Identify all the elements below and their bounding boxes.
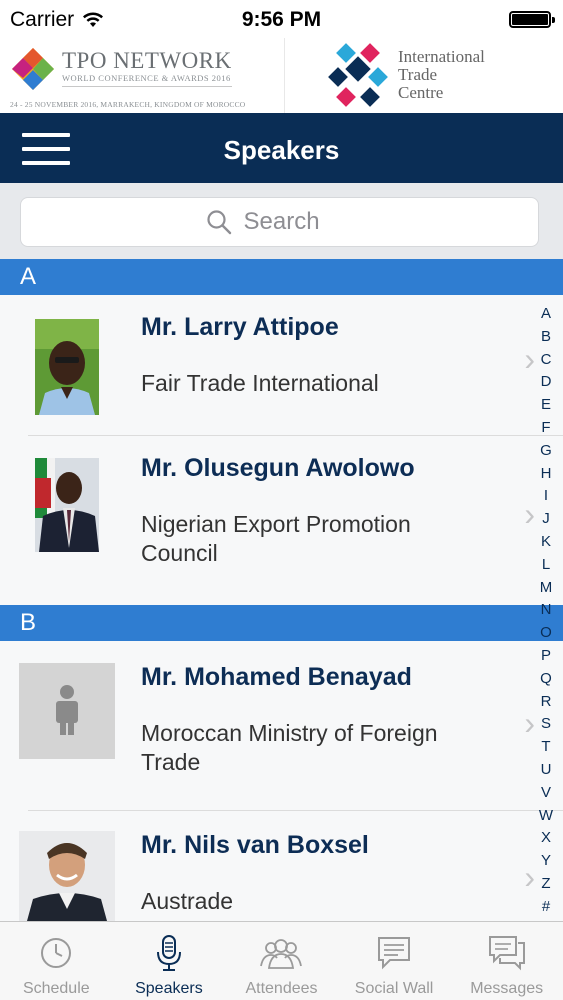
search-icon <box>206 210 231 235</box>
index-letter[interactable]: X <box>535 827 557 850</box>
index-letter[interactable]: A <box>535 303 557 326</box>
section-header-b: B <box>0 605 563 641</box>
index-letter[interactable]: G <box>535 440 557 463</box>
speaker-organization: Nigerian Export Promotion Council <box>141 511 411 566</box>
speaker-organization: Austrade <box>141 888 234 914</box>
itc-line-2: Trade <box>398 65 438 84</box>
speaker-name: Mr. Olusegun Awolowo <box>141 454 415 482</box>
index-letter[interactable]: M <box>535 577 557 600</box>
index-letter[interactable]: F <box>535 417 557 440</box>
tpo-divider <box>62 86 232 87</box>
tab-label: Speakers <box>135 980 203 997</box>
itc-wordmark: International Trade Centre <box>398 48 485 102</box>
speaker-photo-placeholder <box>19 663 115 759</box>
index-letter[interactable]: C <box>535 349 557 372</box>
speaker-list[interactable]: A Mr. Larry Attipoe Fair Trade Internati… <box>0 259 563 921</box>
people-icon <box>260 939 303 969</box>
index-letter[interactable]: K <box>535 531 557 554</box>
chat-board-icon <box>378 937 411 970</box>
speaker-row[interactable]: Mr. Olusegun Awolowo Nigerian Export Pro… <box>28 436 563 605</box>
page-title: Speakers <box>223 135 340 165</box>
index-letter[interactable]: S <box>535 713 557 736</box>
index-letter[interactable]: D <box>535 371 557 394</box>
messages-icon <box>488 936 525 971</box>
event-banner: TPO NETWORK WORLD CONFERENCE & AWARDS 20… <box>0 38 563 113</box>
tpo-network-logo: TPO NETWORK WORLD CONFERENCE & AWARDS 20… <box>0 38 285 113</box>
tab-label: Messages <box>470 980 544 997</box>
index-letter[interactable]: H <box>535 463 557 486</box>
tab-bar: Schedule Speakers Attendees Social Wall … <box>0 921 563 1000</box>
index-letter[interactable]: E <box>535 394 557 417</box>
index-letter[interactable]: B <box>535 326 557 349</box>
tab-schedule[interactable]: Schedule <box>0 922 113 1000</box>
status-bar: Carrier 9:56 PM <box>0 0 563 38</box>
search-area <box>0 183 563 259</box>
microphone-icon <box>156 935 181 971</box>
search-input[interactable] <box>243 208 354 236</box>
tab-attendees[interactable]: Attendees <box>225 922 338 1000</box>
tpo-subtitle: WORLD CONFERENCE & AWARDS 2016 <box>62 73 231 83</box>
index-letter[interactable]: P <box>535 645 557 668</box>
index-letter[interactable]: T <box>535 736 557 759</box>
tab-label: Attendees <box>245 980 318 997</box>
tab-label: Schedule <box>22 980 90 997</box>
chevron-right-icon: › <box>524 705 535 741</box>
section-header-a: A <box>0 259 563 295</box>
itc-line-3: Centre <box>398 83 444 102</box>
chevron-right-icon: › <box>524 859 535 895</box>
index-letter[interactable]: # <box>535 896 557 919</box>
speaker-name: Mr. Mohamed Benayad <box>141 663 412 691</box>
tab-speakers[interactable]: Speakers <box>113 922 226 1000</box>
speaker-photo <box>19 831 115 921</box>
nav-bar: Speakers <box>0 113 563 183</box>
status-time: 9:56 PM <box>241 8 322 31</box>
index-letter[interactable]: U <box>535 759 557 782</box>
index-letter[interactable]: R <box>535 691 557 714</box>
index-letter[interactable]: V <box>535 782 557 805</box>
tab-social-wall[interactable]: Social Wall <box>338 922 451 1000</box>
index-letter[interactable]: L <box>535 554 557 577</box>
speaker-row[interactable]: Mr. Mohamed Benayad Moroccan Ministry of… <box>19 641 563 811</box>
speaker-photo <box>35 319 99 415</box>
tpo-title: TPO NETWORK <box>62 48 232 73</box>
clock-icon <box>41 938 72 968</box>
tab-messages[interactable]: Messages <box>450 922 563 1000</box>
tab-label: Social Wall <box>354 980 434 997</box>
itc-line-1: International <box>398 47 485 66</box>
index-letter[interactable]: Z <box>535 873 557 896</box>
index-letter[interactable]: Q <box>535 668 557 691</box>
alphabet-index[interactable]: A B C D E F G H I J K L M N O P Q R S T U V W X Y Z # <box>535 303 557 919</box>
index-letter[interactable]: W <box>535 805 557 828</box>
chevron-right-icon: › <box>524 341 535 377</box>
tpo-logo-icon <box>12 48 54 90</box>
speaker-name: Mr. Larry Attipoe <box>141 313 339 341</box>
speaker-organization: Moroccan Ministry of Foreign Trade <box>141 720 438 775</box>
itc-logo-icon <box>328 43 388 107</box>
index-letter[interactable]: O <box>535 622 557 645</box>
index-letter[interactable]: I <box>535 485 557 508</box>
chevron-right-icon: › <box>524 496 535 532</box>
search-bar[interactable] <box>20 197 539 247</box>
battery-icon <box>509 11 555 28</box>
index-letter[interactable]: Y <box>535 850 557 873</box>
speaker-organization: Fair Trade International <box>141 370 379 396</box>
speaker-photo <box>35 458 99 552</box>
speaker-name: Mr. Nils van Boxsel <box>141 831 369 859</box>
tpo-dates: 24 - 25 NOVEMBER 2016, MARRAKECH, KINGDO… <box>10 100 246 109</box>
speaker-row[interactable]: Mr. Larry Attipoe Fair Trade Internation… <box>28 295 563 436</box>
speaker-row[interactable]: Mr. Nils van Boxsel Austrade › <box>19 811 563 921</box>
index-letter[interactable]: J <box>535 508 557 531</box>
index-letter[interactable]: N <box>535 599 557 622</box>
